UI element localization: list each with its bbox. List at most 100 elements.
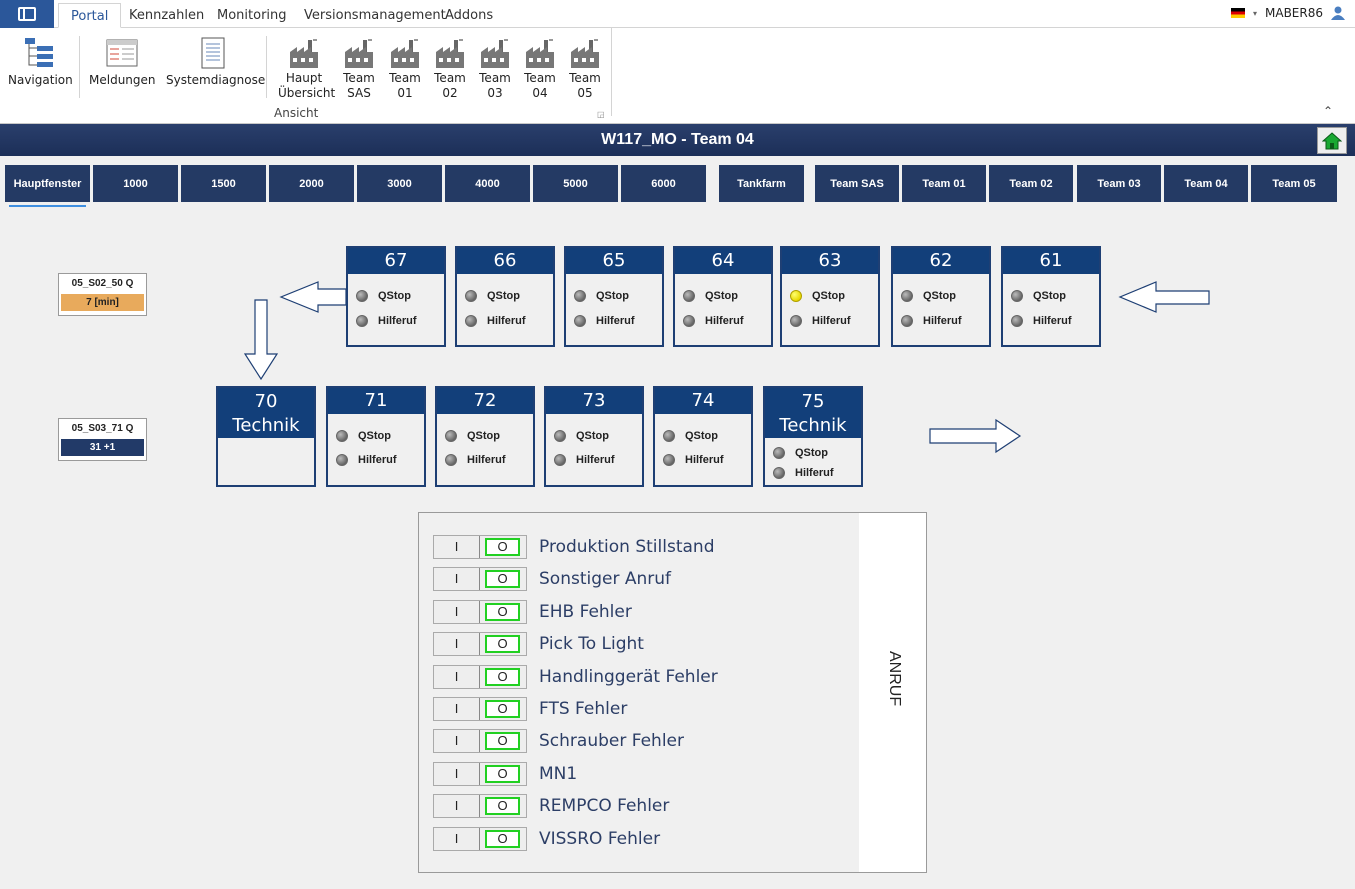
nav-button-6000[interactable]: 6000 — [621, 165, 706, 202]
separator — [611, 28, 612, 116]
alarm-row: I O Sonstiger Anruf — [433, 567, 671, 592]
nav-button-team-03[interactable]: Team 03 — [1077, 165, 1161, 202]
team-02-ribbon-button[interactable]: Team 02 — [429, 34, 471, 101]
anruf-side-button[interactable]: ANRUF — [859, 513, 926, 872]
station-number: 70 — [254, 391, 278, 412]
switch-off-button[interactable]: O — [485, 764, 520, 783]
tab-versionsmanagement[interactable]: Versionsmanagement — [304, 3, 446, 28]
team-04-ribbon-button[interactable]: Team 04 — [519, 34, 561, 101]
switch-on-button[interactable]: I — [434, 600, 480, 623]
arrow-down-icon — [243, 299, 279, 381]
qstop-indicator: QStop — [901, 290, 956, 302]
station-64[interactable]: 64 QStop Hilferuf — [673, 246, 773, 347]
navigation-button[interactable]: Navigation — [8, 34, 73, 88]
station-65[interactable]: 65 QStop Hilferuf — [564, 246, 664, 347]
station-62[interactable]: 62 QStop Hilferuf — [891, 246, 991, 347]
nav-button-team-05[interactable]: Team 05 — [1251, 165, 1337, 202]
dialog-launcher-icon[interactable]: ◲ — [597, 110, 605, 119]
switch-off-button[interactable]: O — [485, 829, 520, 848]
team-label: Team — [343, 71, 375, 85]
tab-addons[interactable]: Addons — [445, 3, 493, 28]
switch-off-button[interactable]: O — [485, 667, 520, 686]
nav-button-1000[interactable]: 1000 — [93, 165, 178, 202]
alarm-row: I O Produktion Stillstand — [433, 535, 714, 559]
switch-off-button[interactable]: O — [485, 700, 520, 718]
on-off-switch[interactable]: IO — [433, 535, 527, 559]
switch-on-button[interactable]: I — [434, 698, 480, 720]
on-off-switch[interactable]: IO — [433, 826, 527, 851]
on-off-switch[interactable]: IO — [433, 761, 527, 786]
hilferuf-label: Hilferuf — [685, 454, 724, 466]
meldungen-button[interactable]: Meldungen — [89, 34, 156, 88]
haupt-uebersicht-button[interactable]: Haupt Übersicht — [278, 34, 335, 101]
on-off-switch[interactable]: IO — [433, 664, 527, 689]
collapse-ribbon-icon[interactable]: ⌃ — [1323, 104, 1333, 118]
user-box[interactable]: ▾ MABER86 — [1231, 6, 1345, 20]
switch-on-button[interactable]: I — [434, 795, 480, 818]
station-74[interactable]: 74 QStop Hilferuf — [653, 386, 753, 487]
switch-on-button[interactable]: I — [434, 568, 480, 591]
on-off-switch[interactable]: IO — [433, 632, 527, 657]
on-off-switch[interactable]: IO — [433, 697, 527, 721]
nav-button-team-sas[interactable]: Team SAS — [815, 165, 899, 202]
qstop-label: QStop — [685, 430, 718, 442]
dropdown-arrow-icon[interactable]: ▾ — [1253, 9, 1257, 18]
team-01-ribbon-button[interactable]: Team 01 — [384, 34, 426, 101]
switch-off-button[interactable]: O — [485, 538, 520, 556]
nav-button-team-02[interactable]: Team 02 — [989, 165, 1073, 202]
switch-on-button[interactable]: I — [434, 665, 480, 688]
queue-value: 31 +1 — [61, 439, 144, 456]
station-61[interactable]: 61 QStop Hilferuf — [1001, 246, 1101, 347]
on-off-switch[interactable]: IO — [433, 599, 527, 624]
team-label: Team — [569, 71, 601, 85]
systemdiagnose-button[interactable]: Systemdiagnose — [166, 34, 265, 88]
station-75[interactable]: 75 Technik QStop Hilferuf — [763, 386, 863, 487]
user-icon[interactable] — [1331, 6, 1345, 20]
team-label: Team — [434, 71, 466, 85]
switch-off-button[interactable]: O — [485, 797, 520, 816]
station-72[interactable]: 72 QStop Hilferuf — [435, 386, 535, 487]
team-sas-ribbon-button[interactable]: Team SAS — [338, 34, 380, 101]
hilferuf-indicator: Hilferuf — [663, 454, 724, 466]
switch-on-button[interactable]: I — [434, 536, 480, 558]
switch-on-button[interactable]: I — [434, 633, 480, 656]
nav-button-team-01[interactable]: Team 01 — [902, 165, 986, 202]
nav-button-hauptfenster[interactable]: Hauptfenster — [5, 165, 90, 202]
nav-button-2000[interactable]: 2000 — [269, 165, 354, 202]
on-off-switch[interactable]: IO — [433, 794, 527, 819]
on-off-switch[interactable]: IO — [433, 729, 527, 754]
switch-off-button[interactable]: O — [485, 635, 520, 654]
tab-portal[interactable]: Portal — [58, 3, 122, 28]
team-03-ribbon-button[interactable]: Team 03 — [474, 34, 516, 101]
switch-off-button[interactable]: O — [485, 732, 520, 751]
nav-button-5000[interactable]: 5000 — [533, 165, 618, 202]
alarm-row: I O VISSRO Fehler — [433, 826, 660, 851]
on-off-switch[interactable]: IO — [433, 567, 527, 592]
nav-button-4000[interactable]: 4000 — [445, 165, 530, 202]
tab-kennzahlen[interactable]: Kennzahlen — [129, 3, 204, 28]
station-63[interactable]: 63 QStop Hilferuf — [780, 246, 880, 347]
arrow-right-icon — [929, 418, 1022, 454]
switch-on-button[interactable]: I — [434, 827, 480, 850]
alarm-label: EHB Fehler — [539, 601, 632, 622]
switch-off-button[interactable]: O — [485, 602, 520, 621]
german-flag-icon[interactable] — [1231, 8, 1245, 18]
station-67[interactable]: 67 QStop Hilferuf — [346, 246, 446, 347]
team-05-ribbon-button[interactable]: Team 05 — [564, 34, 606, 101]
switch-off-button[interactable]: O — [485, 570, 520, 589]
station-73[interactable]: 73 QStop Hilferuf — [544, 386, 644, 487]
tab-monitoring[interactable]: Monitoring — [217, 3, 287, 28]
nav-button-3000[interactable]: 3000 — [357, 165, 442, 202]
hilferuf-lamp-icon — [663, 454, 675, 466]
nav-button-1500[interactable]: 1500 — [181, 165, 266, 202]
nav-button-team-04[interactable]: Team 04 — [1164, 165, 1248, 202]
qstop-indicator: QStop — [554, 430, 609, 442]
home-button[interactable] — [1317, 127, 1347, 154]
station-71[interactable]: 71 QStop Hilferuf — [326, 386, 426, 487]
nav-button-tankfarm[interactable]: Tankfarm — [719, 165, 804, 202]
station-70[interactable]: 70 Technik — [216, 386, 316, 487]
switch-on-button[interactable]: I — [434, 762, 480, 785]
app-menu-button[interactable] — [0, 0, 54, 28]
station-66[interactable]: 66 QStop Hilferuf — [455, 246, 555, 347]
switch-on-button[interactable]: I — [434, 730, 480, 753]
